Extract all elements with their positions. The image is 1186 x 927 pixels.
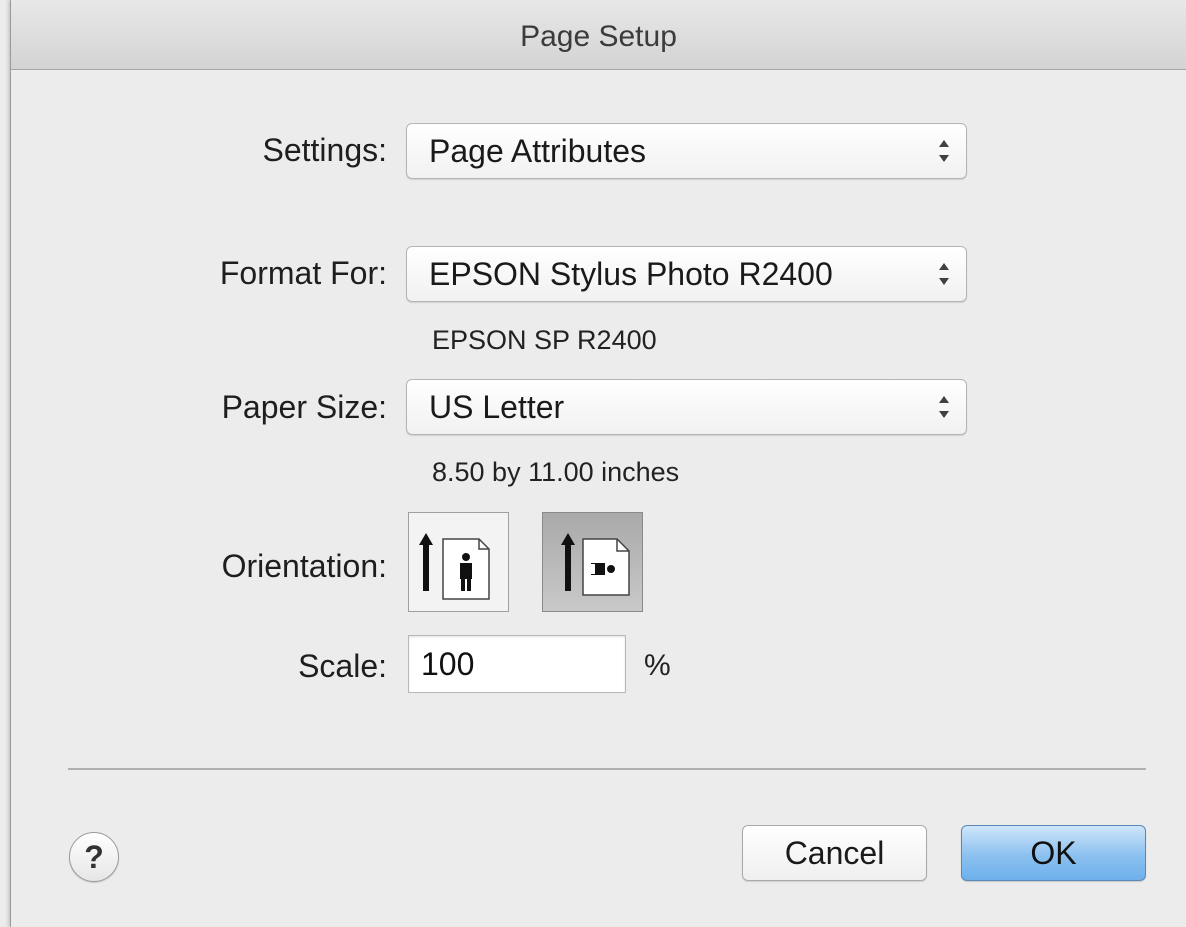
format-for-label: Format For: (219, 255, 387, 291)
paper-size-popup[interactable]: US Letter (406, 379, 967, 435)
paper-dimensions-text: 8.50 by 11.00 inches (432, 457, 680, 487)
updown-arrows-icon (938, 396, 950, 418)
settings-value: Page Attributes (429, 133, 647, 169)
title-bar[interactable]: Page Setup (11, 0, 1186, 70)
page-setup-dialog: Page Setup Settings: Page Attributes For… (10, 0, 1186, 927)
cancel-button[interactable]: Cancel (742, 825, 927, 881)
updown-arrows-icon (938, 263, 950, 285)
printer-model-text: EPSON SP R2400 (432, 325, 657, 355)
portrait-orientation-button[interactable] (408, 512, 509, 612)
settings-label: Settings: (262, 132, 387, 168)
percent-unit: % (644, 649, 671, 682)
dialog-title: Page Setup (520, 20, 677, 53)
paper-size-label: Paper Size: (221, 389, 387, 425)
divider (68, 768, 1146, 770)
format-for-value: EPSON Stylus Photo R2400 (429, 256, 833, 292)
orientation-label: Orientation: (221, 548, 387, 584)
landscape-orientation-button[interactable] (542, 512, 643, 612)
paper-size-value: US Letter (429, 389, 565, 425)
scale-input[interactable] (408, 635, 626, 693)
portrait-orientation-icon (419, 533, 490, 600)
settings-popup[interactable]: Page Attributes (406, 123, 967, 179)
updown-arrows-icon (938, 140, 950, 162)
ok-button[interactable]: OK (961, 825, 1146, 881)
format-for-popup[interactable]: EPSON Stylus Photo R2400 (406, 246, 967, 302)
landscape-orientation-icon (561, 533, 630, 596)
help-button[interactable]: ? (69, 832, 119, 882)
scale-label: Scale: (298, 648, 387, 684)
